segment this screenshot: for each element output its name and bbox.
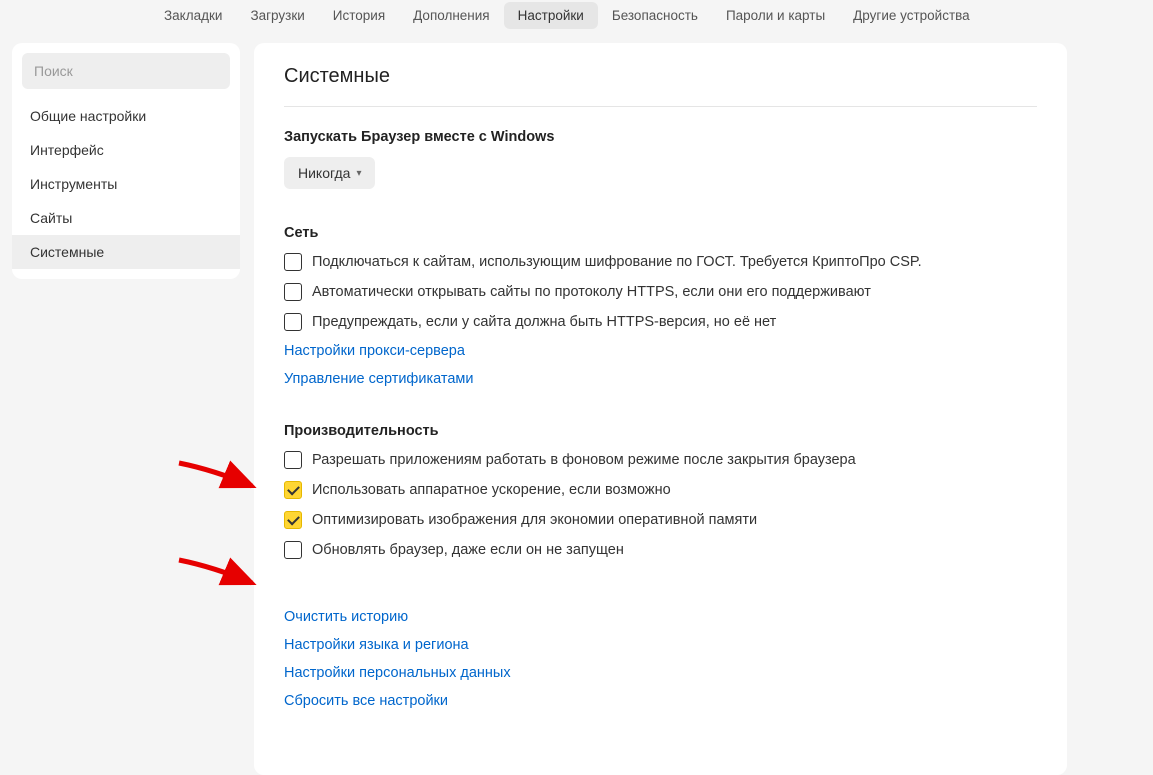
startup-dropdown-value: Никогда <box>298 165 350 181</box>
link-cert-management[interactable]: Управление сертификатами <box>284 371 473 387</box>
perf-check-row-update-offline: Обновлять браузер, даже если он не запущ… <box>284 541 1037 559</box>
perf-checkbox-hw-accel[interactable] <box>284 481 302 499</box>
sidebar-item-tools[interactable]: Инструменты <box>12 167 240 201</box>
perf-check-label: Обновлять браузер, даже если он не запущ… <box>312 542 624 558</box>
section-performance: Производительность Разрешать приложениям… <box>284 423 1037 559</box>
link-reset-settings[interactable]: Сбросить все настройки <box>284 693 448 709</box>
top-nav-bookmarks[interactable]: Закладки <box>150 2 236 29</box>
perf-check-label: Использовать аппаратное ускорение, если … <box>312 482 671 498</box>
content-panel: Системные Запускать Браузер вместе с Win… <box>254 43 1067 775</box>
sidebar-item-general[interactable]: Общие настройки <box>12 99 240 133</box>
top-nav-other-devices[interactable]: Другие устройства <box>839 2 984 29</box>
network-check-row-https-warn: Предупреждать, если у сайта должна быть … <box>284 313 1037 331</box>
network-check-label: Предупреждать, если у сайта должна быть … <box>312 314 776 330</box>
network-checkbox-https-auto[interactable] <box>284 283 302 301</box>
page-title: Системные <box>284 65 1037 107</box>
top-nav-passwords[interactable]: Пароли и карты <box>712 2 839 29</box>
perf-checkbox-optimize-images[interactable] <box>284 511 302 529</box>
section-startup: Запускать Браузер вместе с Windows Никог… <box>284 129 1037 189</box>
section-network: Сеть Подключаться к сайтам, использующим… <box>284 225 1037 387</box>
network-heading: Сеть <box>284 225 1037 241</box>
top-nav-security[interactable]: Безопасность <box>598 2 712 29</box>
top-nav-history[interactable]: История <box>319 2 399 29</box>
chevron-down-icon: ▾ <box>356 168 361 179</box>
link-proxy-settings[interactable]: Настройки прокси-сервера <box>284 343 465 359</box>
network-check-label: Подключаться к сайтам, использующим шифр… <box>312 254 922 270</box>
section-bottom-links: Очистить историю Настройки языка и регио… <box>284 609 1037 709</box>
network-checkbox-gost[interactable] <box>284 253 302 271</box>
network-check-row-gost: Подключаться к сайтам, использующим шифр… <box>284 253 1037 271</box>
annotation-arrow-1 <box>174 458 264 498</box>
startup-dropdown[interactable]: Никогда ▾ <box>284 157 375 189</box>
link-clear-history[interactable]: Очистить историю <box>284 609 408 625</box>
perf-checkbox-background[interactable] <box>284 451 302 469</box>
sidebar-item-sites[interactable]: Сайты <box>12 201 240 235</box>
network-checkbox-https-warn[interactable] <box>284 313 302 331</box>
perf-checkbox-update-offline[interactable] <box>284 541 302 559</box>
link-personal-data[interactable]: Настройки персональных данных <box>284 665 511 681</box>
top-nav-addons[interactable]: Дополнения <box>399 2 503 29</box>
perf-check-row-hw-accel: Использовать аппаратное ускорение, если … <box>284 481 1037 499</box>
perf-check-label: Оптимизировать изображения для экономии … <box>312 512 757 528</box>
perf-check-label: Разрешать приложениям работать в фоновом… <box>312 452 856 468</box>
perf-check-row-optimize-images: Оптимизировать изображения для экономии … <box>284 511 1037 529</box>
sidebar-item-system[interactable]: Системные <box>12 235 240 269</box>
sidebar-item-interface[interactable]: Интерфейс <box>12 133 240 167</box>
annotation-arrow-2 <box>174 555 264 595</box>
search-input[interactable] <box>22 53 230 89</box>
top-nav: Закладки Загрузки История Дополнения Нас… <box>0 0 1153 37</box>
sidebar: Общие настройки Интерфейс Инструменты Са… <box>12 43 240 279</box>
network-check-row-https-auto: Автоматически открывать сайты по протоко… <box>284 283 1037 301</box>
top-nav-downloads[interactable]: Загрузки <box>236 2 318 29</box>
network-check-label: Автоматически открывать сайты по протоко… <box>312 284 871 300</box>
startup-label: Запускать Браузер вместе с Windows <box>284 129 1037 145</box>
perf-check-row-background: Разрешать приложениям работать в фоновом… <box>284 451 1037 469</box>
link-language-region[interactable]: Настройки языка и региона <box>284 637 469 653</box>
performance-heading: Производительность <box>284 423 1037 439</box>
top-nav-settings[interactable]: Настройки <box>504 2 598 29</box>
